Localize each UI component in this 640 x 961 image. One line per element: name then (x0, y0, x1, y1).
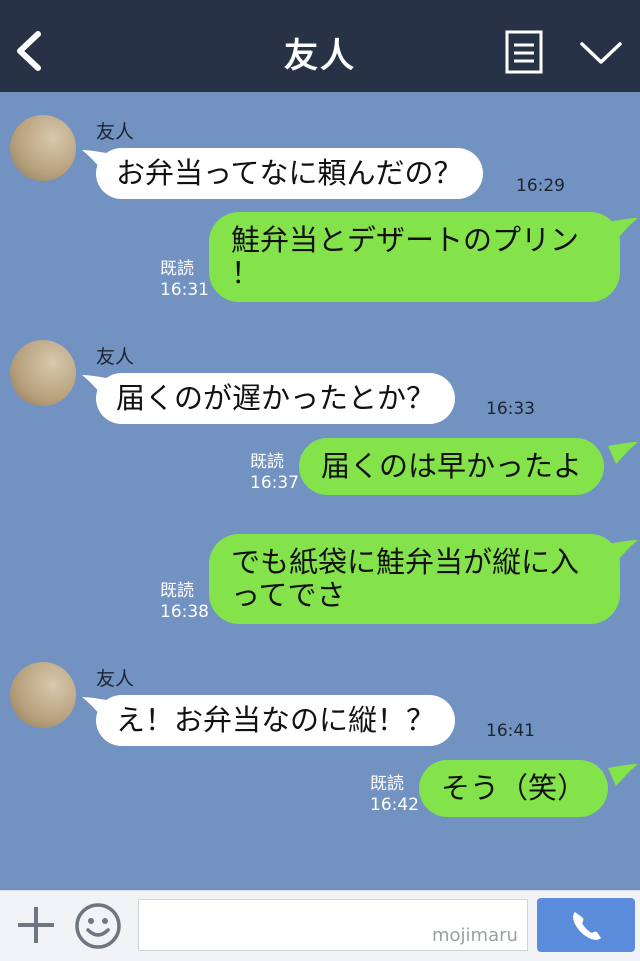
message-time: 16:37 (250, 473, 299, 493)
outgoing-message-bubble[interactable]: そう（笑） (419, 760, 609, 817)
smiley-icon (75, 903, 121, 949)
message-time: 16:33 (486, 399, 535, 419)
avatar[interactable] (10, 340, 76, 406)
avatar[interactable] (10, 115, 76, 181)
read-receipt: 既読 (250, 452, 284, 472)
bubble-tail (608, 442, 638, 464)
incoming-message-bubble[interactable]: え！お弁当なのに縦！？ (96, 695, 456, 746)
message-time: 16:29 (516, 176, 565, 196)
plus-icon (18, 907, 54, 943)
avatar[interactable] (10, 662, 76, 728)
bubble-tail (608, 764, 638, 786)
message-time: 16:41 (486, 721, 535, 741)
phone-icon (573, 912, 601, 940)
outgoing-message-bubble[interactable]: 鮭弁当とデザートのプリン ！ (209, 212, 620, 302)
chevron-down-icon (580, 42, 622, 64)
call-button[interactable] (537, 898, 635, 952)
read-receipt: 既読 (370, 774, 404, 794)
bubble-tail (608, 540, 638, 562)
notes-button[interactable] (504, 30, 544, 74)
emoji-button[interactable] (74, 902, 122, 950)
chat-header: 友人 (0, 0, 640, 92)
message-time: 16:31 (160, 280, 209, 300)
sender-name: 友人 (96, 346, 135, 368)
message-list[interactable]: 友人 お弁当ってなに頼んだの？ 16:29 既読 16:31 鮭弁当とデザートの… (0, 92, 640, 890)
sender-name: 友人 (96, 121, 135, 143)
sender-name: 友人 (96, 668, 135, 690)
message-time: 16:38 (160, 602, 209, 622)
read-receipt: 既読 (160, 259, 194, 279)
document-icon (505, 30, 543, 74)
collapse-button[interactable] (578, 38, 624, 68)
incoming-message-bubble[interactable]: 届くのが遅かったとか？ (96, 373, 456, 424)
outgoing-message-bubble[interactable]: でも紙袋に鮭弁当が縦に入 ってでさ (209, 534, 620, 624)
read-receipt: 既読 (160, 581, 194, 601)
input-bar: mojimaru (0, 890, 640, 961)
message-time: 16:42 (370, 795, 419, 815)
chat-title: 友人 (284, 36, 356, 76)
outgoing-message-bubble[interactable]: 届くのは早かったよ (299, 438, 605, 495)
add-button[interactable] (14, 903, 58, 947)
watermark: mojimaru (432, 925, 518, 946)
bubble-tail (608, 218, 638, 240)
incoming-message-bubble[interactable]: お弁当ってなに頼んだの？ (96, 148, 483, 199)
